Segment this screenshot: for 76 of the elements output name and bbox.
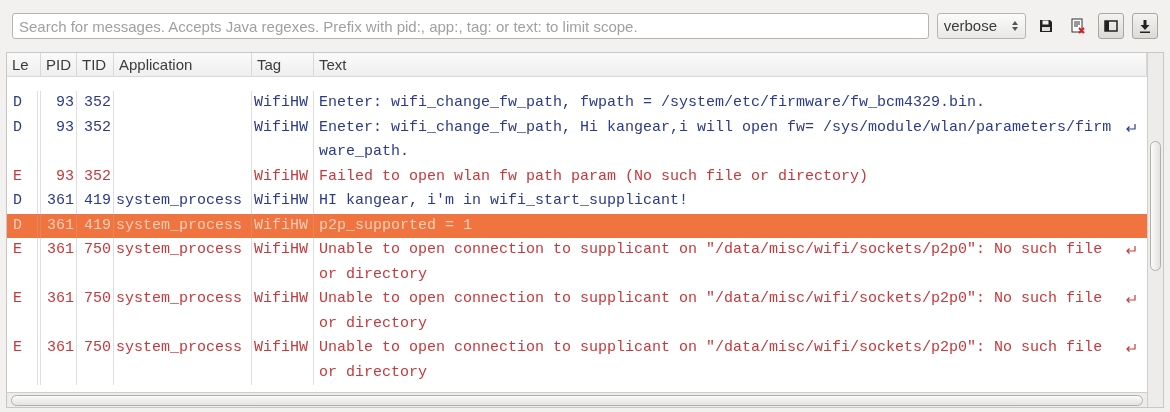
log-message: p2p_supported = 1 <box>319 215 473 236</box>
line-wrap-icon <box>1125 245 1137 256</box>
log-message: Unable to open connection to supplicant on "/data/misc/wifi/sockets/p2p0": No such file <box>319 240 1103 260</box>
log-message: Eneter: wifi_change_fw_path, fwpath = /system/etc/firmware/fw_bcm4329.bin. <box>319 93 986 113</box>
pid-cell: 361 <box>47 241 74 258</box>
pid-cell: 93 <box>56 94 74 111</box>
log-message: Eneter: wifi_change_fw_path, Hi kangear,i will open fw= /sys/module/wlan/parameters/firm <box>319 117 1112 138</box>
vertical-scrollbar[interactable] <box>1147 53 1163 407</box>
column-header[interactable]: Tag <box>252 53 314 76</box>
pid-cell: 361 <box>47 290 74 307</box>
tid-cell: 750 <box>84 241 111 258</box>
tid-cell: 352 <box>84 167 111 185</box>
column-header[interactable]: PID <box>41 53 77 76</box>
log-message: Unable to open connection to supplicant on "/data/misc/wifi/sockets/p2p0": No such file <box>319 338 1103 358</box>
save-icon <box>1039 19 1054 33</box>
scroll-down-icon <box>1139 19 1152 33</box>
toggle-panel-button[interactable] <box>1098 13 1125 39</box>
clear-document-icon <box>1070 18 1086 34</box>
column-header[interactable]: TID <box>77 53 114 76</box>
dropdown-value: verbose <box>943 15 997 36</box>
tid-cell: 419 <box>84 216 111 234</box>
spinner-icon <box>1011 20 1020 32</box>
column-header[interactable]: Le <box>7 53 41 76</box>
log-row[interactable]: E 93 352 WifiHW Failed to open wlan fw path param (No such file or directory) <box>7 164 1147 189</box>
log-message: or directory <box>319 362 428 383</box>
application-cell: system_process <box>116 216 243 234</box>
tag-cell: WifiHW <box>254 167 308 185</box>
log-row[interactable]: D 93 352 WifiHW Eneter: wifi_change_fw_path, Hi kangear,i will open fw= /sys/module/wlan/parameters/firm ware_path. <box>7 115 1147 165</box>
scrollbar-thumb[interactable] <box>11 394 1143 406</box>
line-wrap-icon <box>1125 122 1137 133</box>
log-message: HI kangear, i'm in wifi_start_supplicant! <box>319 191 689 211</box>
log-message: Failed to open wlan fw path param (No such file or directory) <box>319 166 869 187</box>
tid-cell: 750 <box>84 339 111 356</box>
level-cell: E <box>13 241 22 258</box>
pid-cell: 93 <box>56 167 74 185</box>
tag-cell: WifiHW <box>254 216 308 234</box>
horizontal-scrollbar[interactable] <box>7 392 1147 407</box>
tid-cell: 750 <box>84 290 111 307</box>
log-row[interactable]: E 361 750 system_process WifiHW Unable to open connection to supplicant on "/data/misc/wifi/sockets/p2p0": No such file or directory <box>7 336 1147 385</box>
level-cell: D <box>13 216 22 234</box>
pid-cell: 361 <box>47 216 74 234</box>
tid-cell: 352 <box>84 94 111 111</box>
scrollbar-thumb[interactable] <box>1150 141 1161 271</box>
application-cell: system_process <box>116 192 243 209</box>
line-wrap-icon <box>1125 294 1137 305</box>
column-header[interactable]: Application <box>114 53 252 76</box>
panel-icon <box>1104 20 1119 32</box>
pid-cell: 361 <box>47 192 74 209</box>
level-cell: D <box>13 192 22 209</box>
tag-cell: WifiHW <box>254 192 308 209</box>
level-cell: D <box>13 94 22 111</box>
application-cell: system_process <box>116 339 243 356</box>
pid-cell: 93 <box>56 118 74 136</box>
tag-cell: WifiHW <box>254 290 308 307</box>
line-wrap-icon <box>1125 343 1137 354</box>
level-cell: E <box>13 339 22 356</box>
level-cell: E <box>13 167 22 185</box>
log-level-dropdown[interactable]: verbose <box>936 13 1027 39</box>
scroll-lock-button[interactable] <box>1132 13 1158 39</box>
application-cell: system_process <box>116 241 243 258</box>
tag-cell: WifiHW <box>254 241 308 258</box>
tid-cell: 419 <box>84 192 111 209</box>
search-field[interactable]: Search for messages. Accepts Java regexes. Prefix with pid:, app:, tag: or text: to limit scope. <box>12 13 929 39</box>
tag-cell: WifiHW <box>254 118 308 136</box>
tag-cell: WifiHW <box>254 339 308 356</box>
tag-cell: WifiHW <box>254 94 308 111</box>
level-cell: E <box>13 290 22 307</box>
log-message: Unable to open connection to supplicant on "/data/misc/wifi/sockets/p2p0": No such file <box>319 289 1103 309</box>
application-cell: system_process <box>116 290 243 307</box>
tid-cell: 352 <box>84 118 111 136</box>
log-message: or directory <box>319 264 428 285</box>
pid-cell: 361 <box>47 339 74 356</box>
log-row[interactable]: D 93 352 WifiHW Eneter: wifi_change_fw_path, fwpath = /system/etc/firmware/fw_bcm4329.bin. <box>7 91 1147 116</box>
log-message: or directory <box>319 313 428 334</box>
level-cell: D <box>13 118 22 136</box>
log-message: ware_path. <box>319 142 409 162</box>
